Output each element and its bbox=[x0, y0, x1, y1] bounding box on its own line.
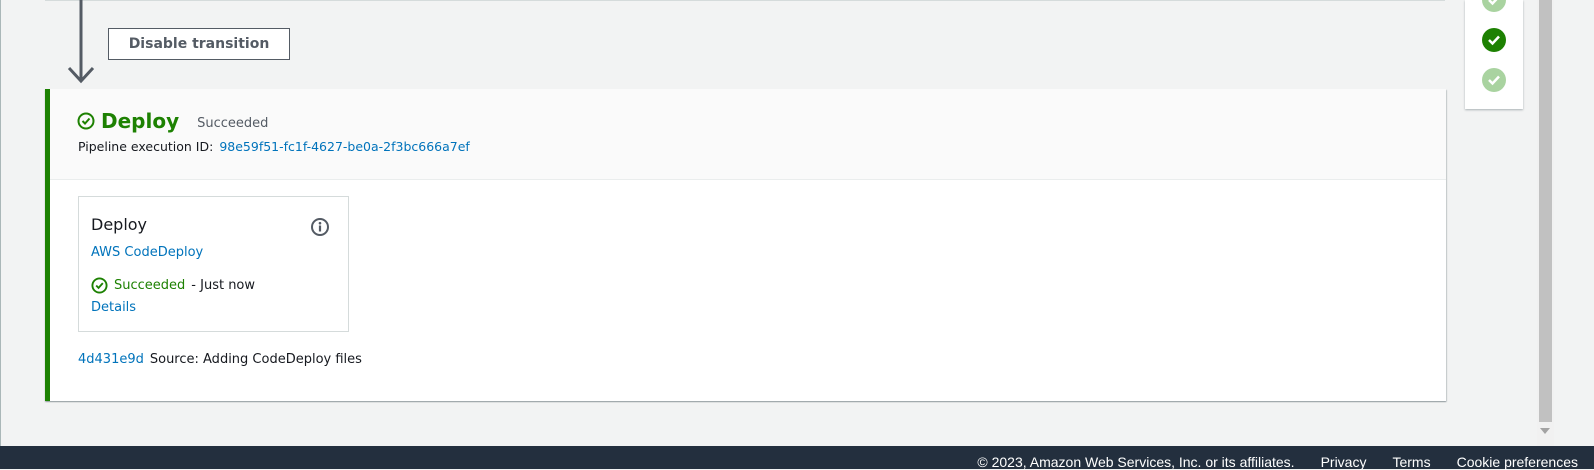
action-status-time: - Just now bbox=[191, 278, 256, 293]
commit-id-link[interactable]: 4d431e9d bbox=[78, 352, 144, 367]
frame-border bbox=[0, 0, 1, 446]
footer-cookie-preferences-link[interactable]: Cookie preferences bbox=[1457, 454, 1578, 470]
commit-row: 4d431e9d Source: Adding CodeDeploy files bbox=[78, 352, 362, 367]
stage-header: Deploy Succeeded Pipeline execution ID: 9… bbox=[50, 89, 1446, 180]
stage-title: Deploy bbox=[101, 109, 180, 133]
stage-title-row: Deploy Succeeded bbox=[77, 109, 268, 133]
stage-nav-item-0[interactable] bbox=[1481, 0, 1507, 13]
stage-navigator bbox=[1465, 0, 1523, 109]
success-check-icon bbox=[77, 112, 95, 130]
footer-copyright: © 2023, Amazon Web Services, Inc. or its… bbox=[977, 454, 1295, 470]
action-status-text: Succeeded bbox=[114, 278, 186, 293]
action-status: Succeeded - Just now bbox=[91, 277, 255, 294]
action-card: Deploy AWS CodeDeploy Succeeded - Just n… bbox=[78, 196, 349, 332]
execution-id-row: Pipeline execution ID: 98e59f51-fc1f-4627… bbox=[78, 139, 470, 154]
scrollbar-thumb[interactable] bbox=[1539, 0, 1552, 422]
stage-status: Succeeded bbox=[197, 115, 269, 131]
details-link[interactable]: Details bbox=[91, 300, 136, 315]
success-check-icon bbox=[91, 277, 108, 294]
divider bbox=[45, 0, 1445, 1]
stage-nav-item-2[interactable] bbox=[1481, 67, 1507, 93]
footer-terms-link[interactable]: Terms bbox=[1392, 454, 1430, 470]
footer: © 2023, Amazon Web Services, Inc. or its… bbox=[0, 446, 1594, 470]
execution-id-label: Pipeline execution ID: bbox=[78, 139, 214, 154]
info-icon[interactable] bbox=[310, 217, 330, 237]
footer-privacy-link[interactable]: Privacy bbox=[1321, 454, 1367, 470]
scroll-down-icon[interactable] bbox=[1540, 428, 1550, 434]
commit-message: Source: Adding CodeDeploy files bbox=[149, 352, 362, 367]
stage-card-deploy: Deploy Succeeded Pipeline execution ID: 9… bbox=[45, 89, 1446, 401]
disable-transition-button[interactable]: Disable transition bbox=[108, 28, 290, 60]
action-name: Deploy bbox=[91, 215, 148, 234]
action-provider-link[interactable]: AWS CodeDeploy bbox=[91, 245, 203, 260]
execution-id-link[interactable]: 98e59f51-fc1f-4627-be0a-2f3bc666a7ef bbox=[219, 139, 470, 154]
scrollbar[interactable] bbox=[1537, 0, 1554, 446]
stage-nav-item-1[interactable] bbox=[1481, 27, 1507, 53]
transition-arrow-icon bbox=[67, 0, 95, 84]
